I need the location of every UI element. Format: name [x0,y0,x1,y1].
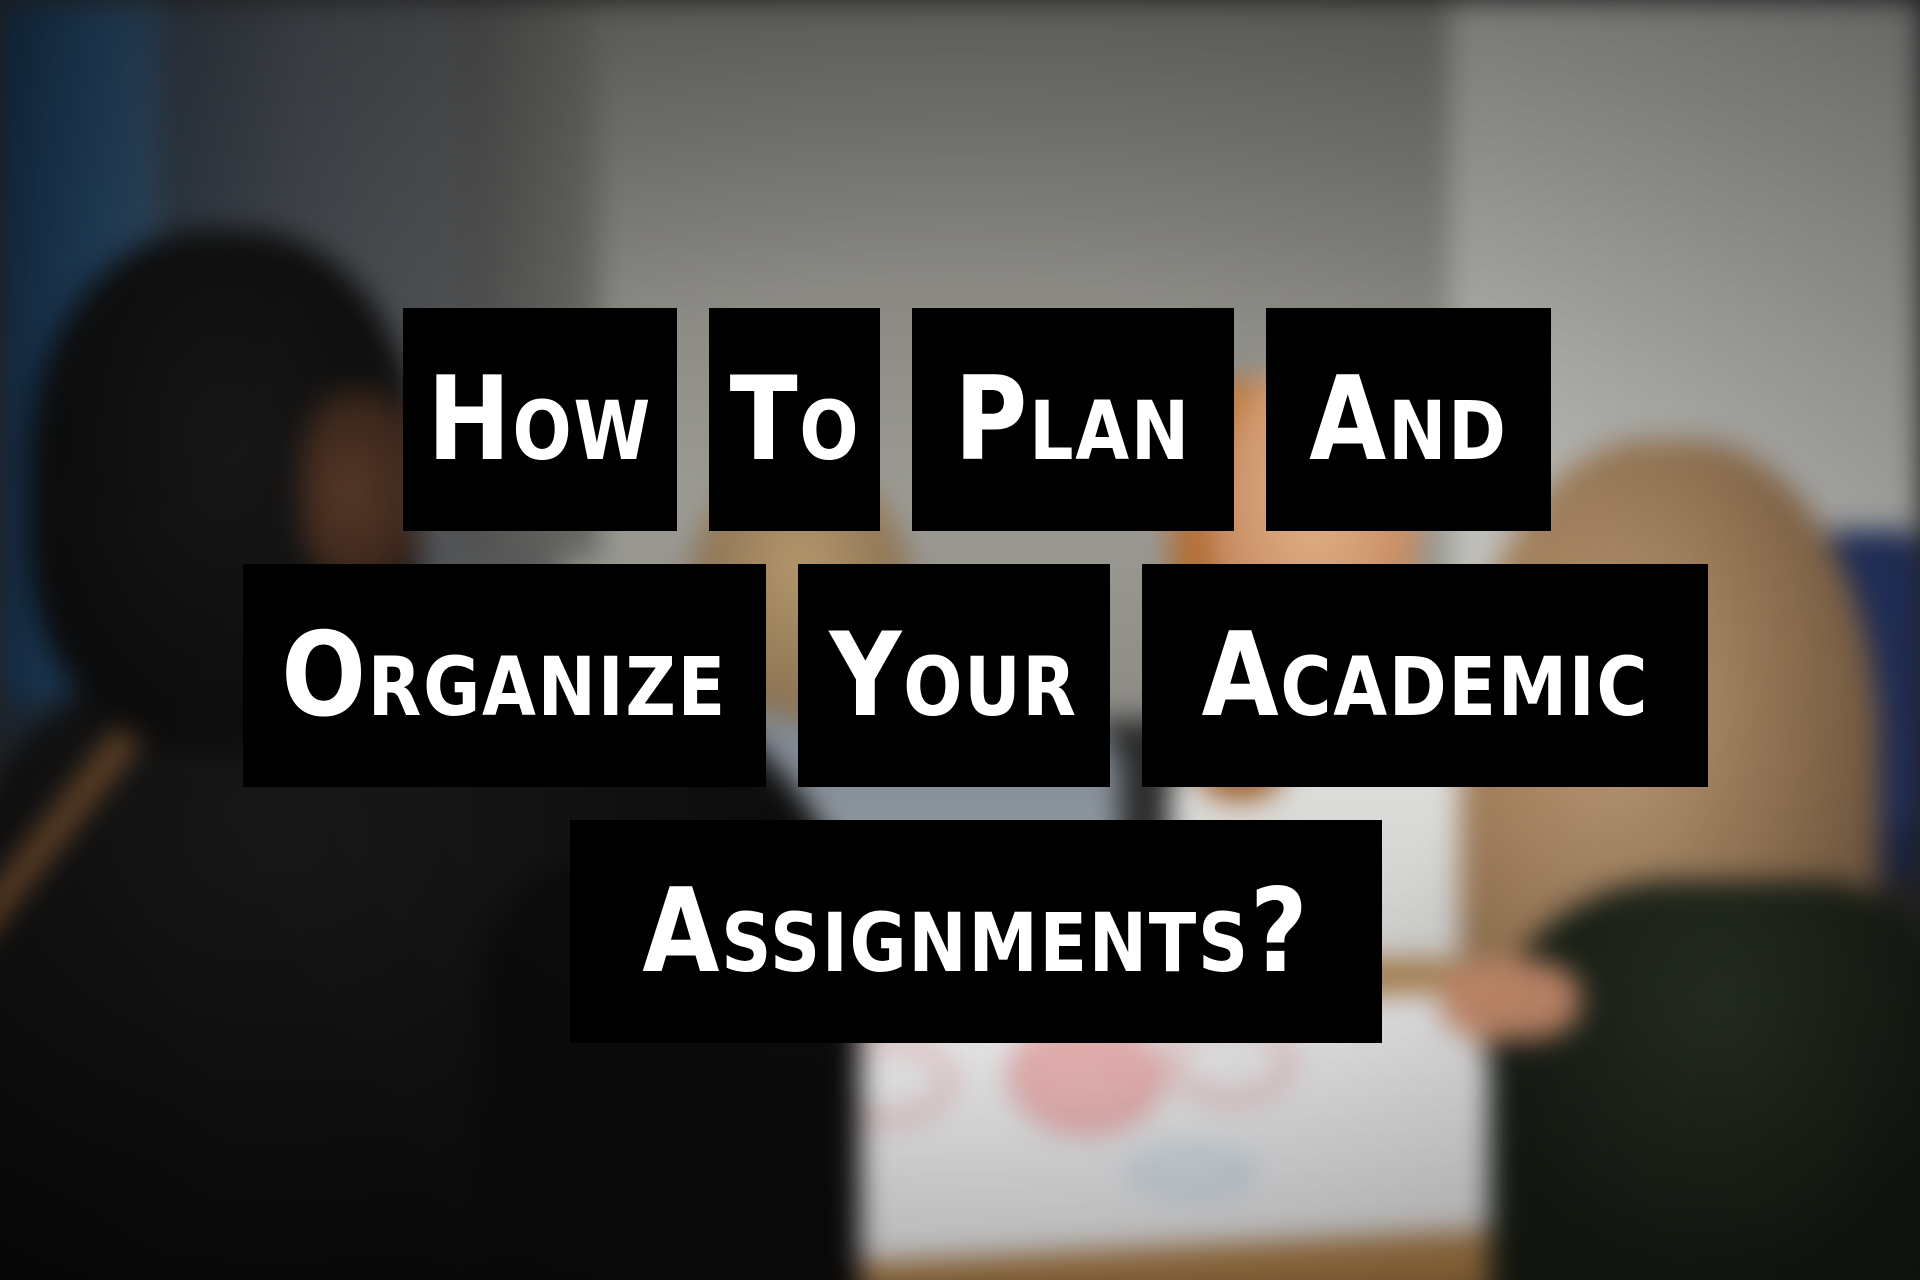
title-word: Assignments? [642,863,1310,999]
title-word-box: And [1266,308,1551,531]
title-word: Plan [954,351,1192,487]
background-photo: How To Plan And Organize Your Academic A… [0,0,1920,1280]
title-word-box: Organize [243,564,766,787]
title-word-box: Assignments? [570,820,1382,1043]
title-word: Organize [281,607,728,743]
title-word: Your [829,607,1079,743]
title-word-box: Academic [1142,564,1708,787]
title-word: Academic [1201,607,1649,743]
title-word-box: Your [798,564,1110,787]
title-word-box: Plan [912,308,1234,531]
title-word: And [1309,351,1508,487]
title-word: How [427,351,653,487]
title-word-box: How [403,308,677,531]
title-overlay: How To Plan And Organize Your Academic A… [0,0,1920,1280]
title-word-box: To [709,308,880,531]
title-word: To [729,351,860,487]
